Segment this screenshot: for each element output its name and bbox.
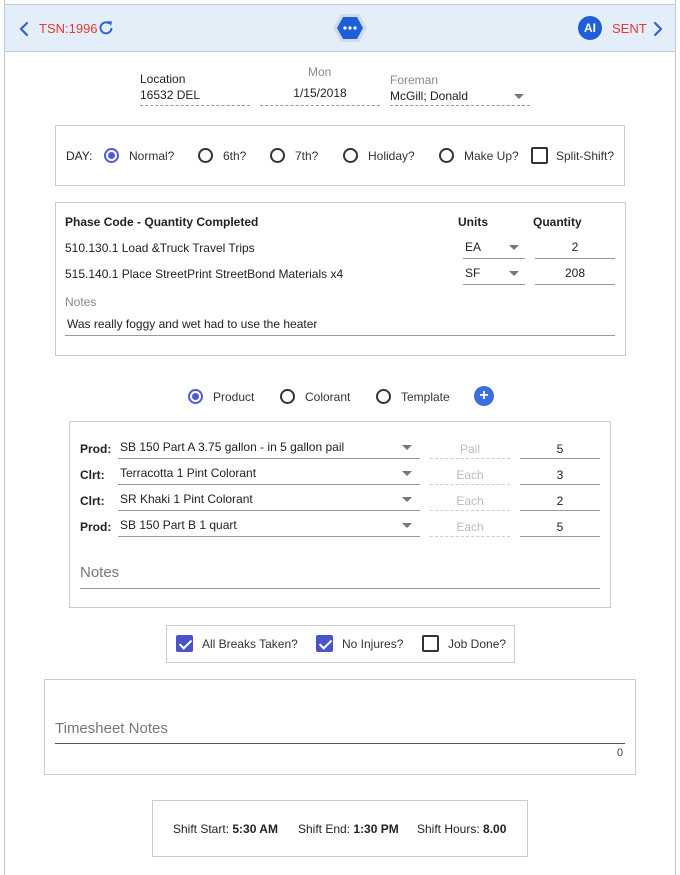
material-unit: Each <box>430 520 510 537</box>
material-kind: Prod: <box>80 442 112 456</box>
units-header: Units <box>458 215 488 229</box>
timesheet-notes-input[interactable]: Timesheet Notes <box>55 720 625 744</box>
chevron-down-icon <box>402 523 412 528</box>
chevron-down-icon <box>514 94 524 99</box>
checkbox-icon[interactable] <box>422 635 439 652</box>
material-select[interactable]: Terracotta 1 Pint Colorant <box>118 466 420 485</box>
day-option-holiday[interactable]: Holiday? <box>343 148 415 163</box>
no-injuries-checkbox[interactable]: No Injures? <box>316 635 403 652</box>
split-shift-checkbox[interactable]: Split-Shift? <box>531 147 614 164</box>
material-qty-input[interactable]: 5 <box>520 520 600 537</box>
day-name-label: Mon <box>308 65 332 79</box>
material-unit: Each <box>430 468 510 485</box>
material-select[interactable]: SB 150 Part A 3.75 gallon - in 5 gallon … <box>118 440 420 459</box>
location-field[interactable]: 16532 DEL <box>140 88 250 106</box>
top-bar: TSN:1996 AI SENT <box>4 4 676 52</box>
location-label: Location <box>140 72 186 86</box>
material-kind: Prod: <box>80 520 112 534</box>
phase-code-row: 510.130.1 Load &Truck Travel Trips <box>65 241 255 255</box>
breaks-taken-checkbox[interactable]: All Breaks Taken? <box>176 635 298 652</box>
shift-end: Shift End: 1:30 PM <box>298 822 399 836</box>
radio-icon[interactable] <box>280 389 295 404</box>
type-option-template[interactable]: Template <box>376 389 450 404</box>
radio-selected-icon[interactable] <box>104 148 119 163</box>
material-qty-input[interactable]: 2 <box>520 494 600 511</box>
chevron-down-icon <box>402 471 412 476</box>
material-kind: Clrt: <box>80 494 105 508</box>
foreman-label: Foreman <box>390 73 439 87</box>
phase-code-header: Phase Code - Quantity Completed <box>65 215 259 229</box>
radio-icon[interactable] <box>376 389 391 404</box>
chevron-down-icon <box>402 497 412 502</box>
radio-icon[interactable] <box>343 148 358 163</box>
job-done-checkbox[interactable]: Job Done? <box>422 635 506 652</box>
day-option-7th[interactable]: 7th? <box>270 148 318 163</box>
ai-badge[interactable]: AI <box>578 16 602 40</box>
refresh-icon[interactable] <box>97 19 115 37</box>
plus-icon: + <box>479 387 489 404</box>
type-option-product[interactable]: Product <box>188 389 254 404</box>
back-chevron-icon[interactable] <box>17 21 31 37</box>
more-options-icon[interactable] <box>332 12 368 44</box>
unit-select[interactable]: SF <box>463 266 525 285</box>
day-option-6th[interactable]: 6th? <box>198 148 246 163</box>
material-qty-input[interactable]: 3 <box>520 468 600 485</box>
materials-notes-input[interactable]: Notes <box>80 564 600 589</box>
quantity-header: Quantity <box>533 215 582 229</box>
material-unit: Each <box>430 494 510 511</box>
radio-selected-icon[interactable] <box>188 389 203 404</box>
day-option-normal[interactable]: Normal? <box>104 148 174 163</box>
chevron-down-icon <box>402 445 412 450</box>
shift-hours: Shift Hours: 8.00 <box>417 822 507 836</box>
status-label: SENT <box>612 21 647 36</box>
day-option-makeup[interactable]: Make Up? <box>439 148 519 163</box>
radio-icon[interactable] <box>439 148 454 163</box>
checkbox-icon[interactable] <box>531 147 548 164</box>
material-select[interactable]: SR Khaki 1 Pint Colorant <box>118 492 420 511</box>
quantity-input[interactable]: 2 <box>535 240 615 259</box>
material-unit: Pail <box>430 442 510 459</box>
material-qty-input[interactable]: 5 <box>520 442 600 459</box>
phase-code-row: 515.140.1 Place StreetPrint StreetBond M… <box>65 267 344 281</box>
add-item-button[interactable]: + <box>474 386 494 406</box>
phase-notes-label: Notes <box>65 295 97 309</box>
material-select[interactable]: SB 150 Part B 1 quart <box>118 518 420 537</box>
unit-select[interactable]: EA <box>463 240 525 259</box>
forward-chevron-icon[interactable] <box>651 21 665 37</box>
character-count: 0 <box>617 747 624 759</box>
radio-icon[interactable] <box>270 148 285 163</box>
type-option-colorant[interactable]: Colorant <box>280 389 350 404</box>
date-field[interactable]: 1/15/2018 <box>260 86 380 106</box>
foreman-select[interactable]: McGill; Donald <box>390 89 530 106</box>
shift-start: Shift Start: 5:30 AM <box>173 822 278 836</box>
chevron-down-icon <box>509 271 519 276</box>
tsn-label: TSN:1996 <box>39 21 98 36</box>
chevron-down-icon <box>509 245 519 250</box>
material-kind: Clrt: <box>80 468 105 482</box>
radio-icon[interactable] <box>198 148 213 163</box>
day-label: DAY: <box>66 149 93 163</box>
checkbox-checked-icon[interactable] <box>316 635 333 652</box>
phase-notes-input[interactable]: Was really foggy and wet had to use the … <box>65 317 615 336</box>
quantity-input[interactable]: 208 <box>535 266 615 285</box>
checkbox-checked-icon[interactable] <box>176 635 193 652</box>
